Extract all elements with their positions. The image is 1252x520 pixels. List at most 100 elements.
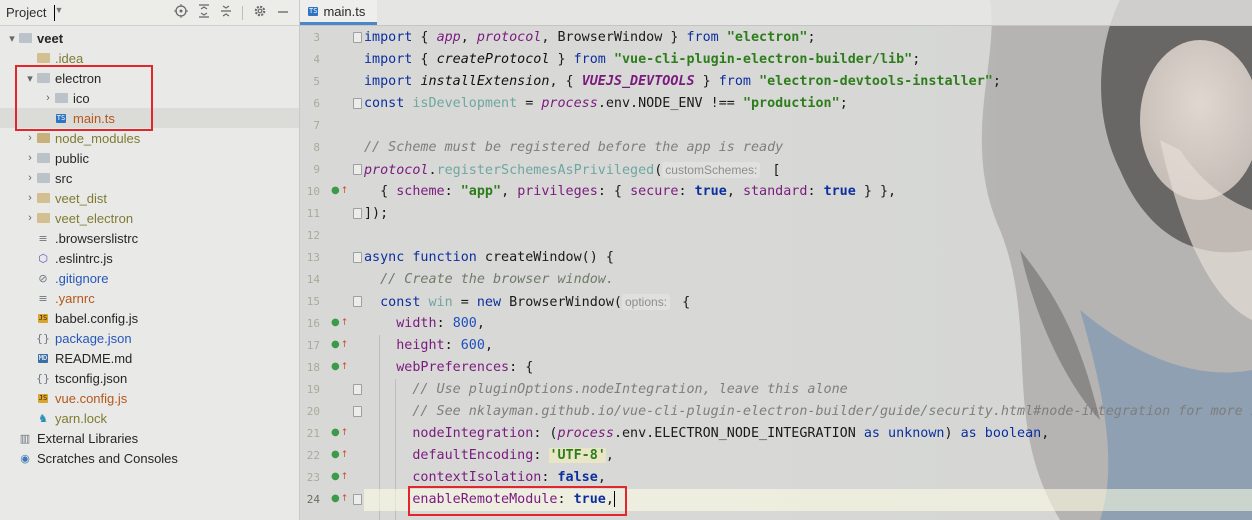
tree-item[interactable]: ▾ electron <box>0 68 299 88</box>
line-number: 12 <box>306 229 320 242</box>
tree-item[interactable]: JS vue.config.js <box>0 388 299 408</box>
fold-marker-icon[interactable] <box>353 406 362 417</box>
code-line-9: protocol.registerSchemesAsPrivileged(cus… <box>364 162 781 178</box>
chevron-right-icon[interactable]: › <box>24 132 36 144</box>
gutter-line[interactable]: 7 <box>300 115 350 137</box>
code-line-5: import installExtension, { VUEJS_DEVTOOL… <box>364 74 1001 89</box>
code-line-21: nodeIntegration: (process.env.ELECTRON_N… <box>412 426 1050 441</box>
code-line-13: async function createWindow() { <box>364 250 614 265</box>
gear-icon[interactable] <box>253 4 267 21</box>
gutter-line[interactable]: 6 <box>300 93 362 115</box>
tree-item[interactable]: › veet_dist <box>0 188 299 208</box>
code-line-19: // Use pluginOptions.nodeIntegration, le… <box>364 382 848 397</box>
tree-item[interactable]: .idea <box>0 48 299 68</box>
implementation-marker-icon[interactable]: ●↑ <box>331 493 348 504</box>
implementation-marker-icon[interactable]: ●↑ <box>331 471 348 482</box>
collapse-all-icon[interactable] <box>220 4 232 21</box>
implementation-marker-icon[interactable]: ●↑ <box>331 339 348 350</box>
tree-item[interactable]: ▾ veet <box>0 28 299 48</box>
tree-item[interactable]: {} package.json <box>0 328 299 348</box>
code-line-23: contextIsolation: false, <box>412 470 606 485</box>
code-line-16: width: 800, <box>396 316 485 331</box>
gutter-line[interactable]: 24 ●↑ <box>300 489 362 511</box>
fold-marker-icon[interactable] <box>353 164 362 175</box>
gutter-line[interactable]: 20 <box>300 401 362 423</box>
tree-item[interactable]: TS main.ts <box>0 108 299 128</box>
minimize-icon[interactable] <box>277 4 289 21</box>
implementation-marker-icon[interactable]: ●↑ <box>331 427 348 438</box>
fold-marker-icon[interactable] <box>353 208 362 219</box>
chevron-down-icon[interactable]: ▾ <box>6 32 18 45</box>
implementation-marker-icon[interactable]: ●↑ <box>331 449 348 460</box>
chevron-right-icon[interactable]: › <box>24 152 36 164</box>
tree-item[interactable]: {} tsconfig.json <box>0 368 299 388</box>
fold-marker-icon[interactable] <box>353 384 362 395</box>
tree-item[interactable]: ≡ .browserslistrc <box>0 228 299 248</box>
gutter-line[interactable]: 15 <box>300 291 362 313</box>
tree-item[interactable]: MD README.md <box>0 348 299 368</box>
line-number: 9 <box>313 163 320 176</box>
fold-marker-icon[interactable] <box>353 252 362 263</box>
tree-item[interactable]: ⊘ .gitignore <box>0 268 299 288</box>
chevron-right-icon[interactable]: › <box>24 192 36 204</box>
text-file-icon: ≡ <box>38 291 48 305</box>
fold-marker-icon[interactable] <box>353 98 362 109</box>
tree-item[interactable]: ≡ .yarnrc <box>0 288 299 308</box>
implementation-marker-icon[interactable]: ●↑ <box>331 361 348 372</box>
tree-item-label: yarn.lock <box>55 410 108 426</box>
gutter-line[interactable]: 11 <box>300 203 362 225</box>
gutter-line[interactable]: 23 ●↑ <box>300 467 350 489</box>
gutter-line[interactable]: 14 <box>300 269 350 291</box>
line-number: 5 <box>313 75 320 88</box>
tree-item[interactable]: ▥ External Libraries <box>0 428 299 448</box>
gutter-line[interactable]: 19 <box>300 379 362 401</box>
project-view-selector[interactable]: Project ▼ <box>6 4 63 21</box>
gutter-line[interactable]: 10 ●↑ <box>300 181 350 203</box>
toolbar-separator <box>242 5 243 20</box>
gutter-line[interactable]: 22 ●↑ <box>300 445 350 467</box>
line-number: 21 <box>306 427 320 440</box>
fold-marker-icon[interactable] <box>353 32 362 43</box>
tab-main-ts[interactable]: TS main.ts <box>300 0 378 25</box>
gutter-line[interactable]: 8 <box>300 137 350 159</box>
gutter-line[interactable]: 21 ●↑ <box>300 423 350 445</box>
gutter-line[interactable]: 18 ●↑ <box>300 357 350 379</box>
locate-icon[interactable] <box>174 4 188 21</box>
expand-all-icon[interactable] <box>198 4 210 21</box>
line-number: 8 <box>313 141 320 154</box>
gutter-line[interactable]: 3 <box>300 27 362 49</box>
line-number: 14 <box>306 273 320 286</box>
chevron-right-icon[interactable]: › <box>24 172 36 184</box>
fold-marker-icon[interactable] <box>353 296 362 307</box>
line-number: 7 <box>313 119 320 132</box>
gutter-line[interactable]: 4 <box>300 49 350 71</box>
fold-marker-icon[interactable] <box>353 494 362 505</box>
chevron-right-icon[interactable]: › <box>42 92 54 104</box>
tree-item-label: .gitignore <box>55 270 109 286</box>
gutter-line[interactable]: 5 <box>300 71 350 93</box>
tree-item-label: src <box>55 170 73 186</box>
gutter-line[interactable]: 16 ●↑ <box>300 313 350 335</box>
tree-item[interactable]: JS babel.config.js <box>0 308 299 328</box>
gutter-line[interactable]: 9 <box>300 159 362 181</box>
tree-item[interactable]: › ico <box>0 88 299 108</box>
tree-item[interactable]: ◉ Scratches and Consoles <box>0 448 299 468</box>
gutter-line[interactable]: 13 <box>300 247 362 269</box>
gutter-line[interactable]: 17 ●↑ <box>300 335 350 357</box>
implementation-marker-icon[interactable]: ●↑ <box>331 317 348 328</box>
javascript-file-icon: JS <box>37 393 49 403</box>
tree-item[interactable]: › node_modules <box>0 128 299 148</box>
implementation-marker-icon[interactable]: ●↑ <box>331 185 348 196</box>
tree-item-label: veet <box>37 30 64 46</box>
tree-item[interactable]: › src <box>0 168 299 188</box>
line-number: 3 <box>313 31 320 44</box>
gutter-line[interactable]: 12 <box>300 225 350 247</box>
project-tool-window: Project ▼ ▾ veet .idea ▾ electron › ico … <box>0 0 300 520</box>
tree-item-label: ico <box>73 90 90 106</box>
tree-item[interactable]: › veet_electron <box>0 208 299 228</box>
chevron-down-icon[interactable]: ▾ <box>24 72 36 85</box>
chevron-right-icon[interactable]: › <box>24 212 36 224</box>
tree-item[interactable]: ♞ yarn.lock <box>0 408 299 428</box>
tree-item[interactable]: › public <box>0 148 299 168</box>
tree-item[interactable]: ⬡ .eslintrc.js <box>0 248 299 268</box>
